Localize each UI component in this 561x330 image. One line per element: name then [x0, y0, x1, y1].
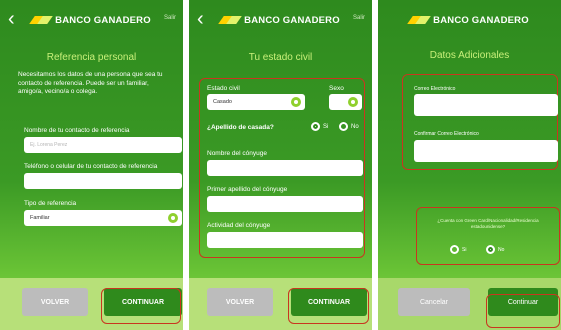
spouse-name-input[interactable]	[207, 160, 363, 176]
top-bar: BANCO GANADERO	[378, 0, 561, 40]
married-surname-no-radio[interactable]: No	[339, 122, 359, 131]
reference-phone-input[interactable]	[24, 173, 182, 189]
residency-question: ¿Cuenta con Green Card/Nacionalidad/Resi…	[437, 218, 539, 229]
spouse-name-label: Nombre del cónyuge	[207, 150, 267, 157]
reference-type-label: Tipo de referencia	[24, 200, 77, 207]
residency-yes-radio[interactable]: Si	[450, 245, 466, 254]
screen-datos-adicionales: BANCO GANADERO Datos Adicionales Correo …	[378, 0, 561, 330]
spouse-surname-label: Primer apellido del cónyuge	[207, 186, 288, 193]
select-indicator-icon	[168, 213, 178, 223]
screen-estado-civil: ‹ BANCO GANADERO Salir Tu estado civil E…	[189, 0, 372, 330]
radio-selected-icon	[311, 122, 320, 131]
radio-unselected-icon	[450, 245, 459, 254]
married-surname-label: ¿Apellido de casada?	[207, 124, 274, 131]
brand-logo: BANCO GANADERO	[29, 14, 151, 26]
screen-referencia-personal: ‹ BANCO GANADERO Salir Referencia person…	[0, 0, 183, 330]
select-indicator-icon	[291, 97, 301, 107]
highlight-outline	[101, 288, 181, 324]
brand-logo: BANCO GANADERO	[407, 14, 529, 26]
back-arrow-icon[interactable]: ‹	[197, 9, 204, 29]
civil-status-select[interactable]: Casado	[207, 94, 305, 110]
sex-select[interactable]	[329, 94, 362, 110]
brand-mark-icon	[29, 15, 53, 25]
salir-link[interactable]: Salir	[353, 15, 365, 21]
salir-link[interactable]: Salir	[164, 15, 176, 21]
reference-phone-label: Teléfono o celular de tu contacto de ref…	[24, 163, 158, 170]
email-input[interactable]	[414, 94, 558, 116]
confirm-email-label: Confirmar Correo Electrónico	[414, 131, 479, 137]
brand-name: BANCO GANADERO	[433, 14, 529, 26]
confirm-email-input[interactable]	[414, 140, 558, 162]
brand-mark-icon	[218, 15, 242, 25]
no-label: No	[498, 246, 505, 253]
email-label: Correo Electrónico	[414, 86, 456, 92]
civil-status-label: Estado civil	[207, 85, 240, 92]
sex-label: Sexo	[329, 85, 344, 92]
top-bar: ‹ BANCO GANADERO Salir	[189, 0, 372, 40]
back-button[interactable]: VOLVER	[22, 288, 88, 316]
spouse-surname-input[interactable]	[207, 196, 363, 212]
page-description: Necesitamos los datos de una persona que…	[18, 71, 163, 95]
married-surname-yes-radio[interactable]: Si	[311, 122, 328, 131]
reference-name-input[interactable]: Ej. Lorena Perez	[24, 137, 182, 153]
residency-no-radio[interactable]: No	[486, 245, 504, 254]
yes-label: Si	[323, 123, 329, 130]
spouse-activity-label: Actividad del cónyuge	[207, 222, 271, 229]
spouse-activity-input[interactable]	[207, 232, 363, 248]
no-label: No	[351, 123, 359, 130]
reference-type-select[interactable]: Familiar	[24, 210, 182, 226]
reference-name-label: Nombre de tu contacto de referencia	[24, 127, 130, 134]
highlight-outline	[288, 288, 369, 324]
cancel-button[interactable]: Cancelar	[398, 288, 470, 316]
brand-name: BANCO GANADERO	[244, 14, 340, 26]
page-title: Datos Adicionales	[429, 50, 510, 61]
reference-type-value: Familiar	[30, 215, 50, 221]
brand-mark-icon	[407, 15, 431, 25]
page-title: Referencia personal	[46, 52, 137, 63]
select-indicator-icon	[348, 97, 358, 107]
back-arrow-icon[interactable]: ‹	[8, 9, 15, 29]
page-title: Tu estado civil	[248, 52, 313, 63]
radio-unselected-icon	[339, 122, 348, 131]
radio-selected-icon	[486, 245, 495, 254]
brand-name: BANCO GANADERO	[55, 14, 151, 26]
highlight-outline	[416, 207, 560, 265]
back-button[interactable]: VOLVER	[207, 288, 273, 316]
civil-status-value: Casado	[213, 99, 232, 105]
brand-logo: BANCO GANADERO	[218, 14, 340, 26]
yes-label: Si	[462, 246, 467, 253]
top-bar: ‹ BANCO GANADERO Salir	[0, 0, 183, 40]
highlight-outline	[486, 294, 560, 328]
